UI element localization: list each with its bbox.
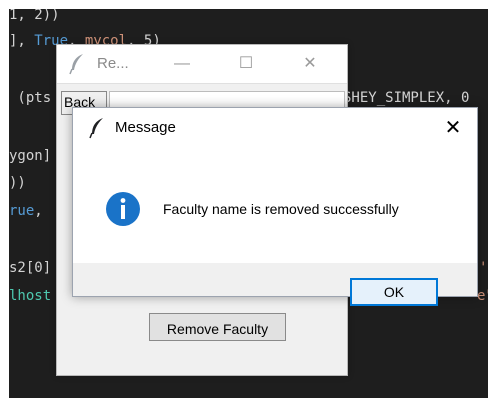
faculty-window-titlebar[interactable]: Re... — ☐ ✕ xyxy=(57,45,347,84)
code-line: 1, 2)) xyxy=(9,9,60,23)
code-line: )) xyxy=(9,175,26,191)
maximize-icon[interactable]: ☐ xyxy=(233,53,259,75)
message-dialog-title: Message xyxy=(115,119,176,136)
feather-icon xyxy=(69,53,85,80)
message-body: Faculty name is removed successfully xyxy=(73,146,477,263)
code-line: lhost xyxy=(9,288,52,304)
code-line: ygon] xyxy=(9,148,52,164)
code-line: s2[0] xyxy=(9,260,52,276)
info-icon xyxy=(105,191,141,227)
message-dialog: Message ✕ Faculty name is removed succes… xyxy=(72,107,478,306)
remove-faculty-button[interactable]: Remove Faculty xyxy=(149,313,286,341)
message-dialog-titlebar[interactable]: Message ✕ xyxy=(73,108,477,146)
feather-icon xyxy=(89,117,105,144)
code-line: rue, xyxy=(9,203,43,219)
ok-button[interactable]: OK xyxy=(350,278,438,306)
code-line: (pts xyxy=(9,90,52,106)
close-icon[interactable]: ✕ xyxy=(297,53,323,75)
close-icon[interactable]: ✕ xyxy=(439,115,467,141)
minimize-icon[interactable]: — xyxy=(169,53,195,75)
code-line-right: SHEY_SIMPLEX, 0 xyxy=(343,90,470,106)
faculty-window-title: Re... xyxy=(97,55,129,72)
code-line-right: ' xyxy=(479,260,488,276)
message-text: Faculty name is removed successfully xyxy=(163,201,399,217)
code-line-right: e" xyxy=(477,288,488,304)
